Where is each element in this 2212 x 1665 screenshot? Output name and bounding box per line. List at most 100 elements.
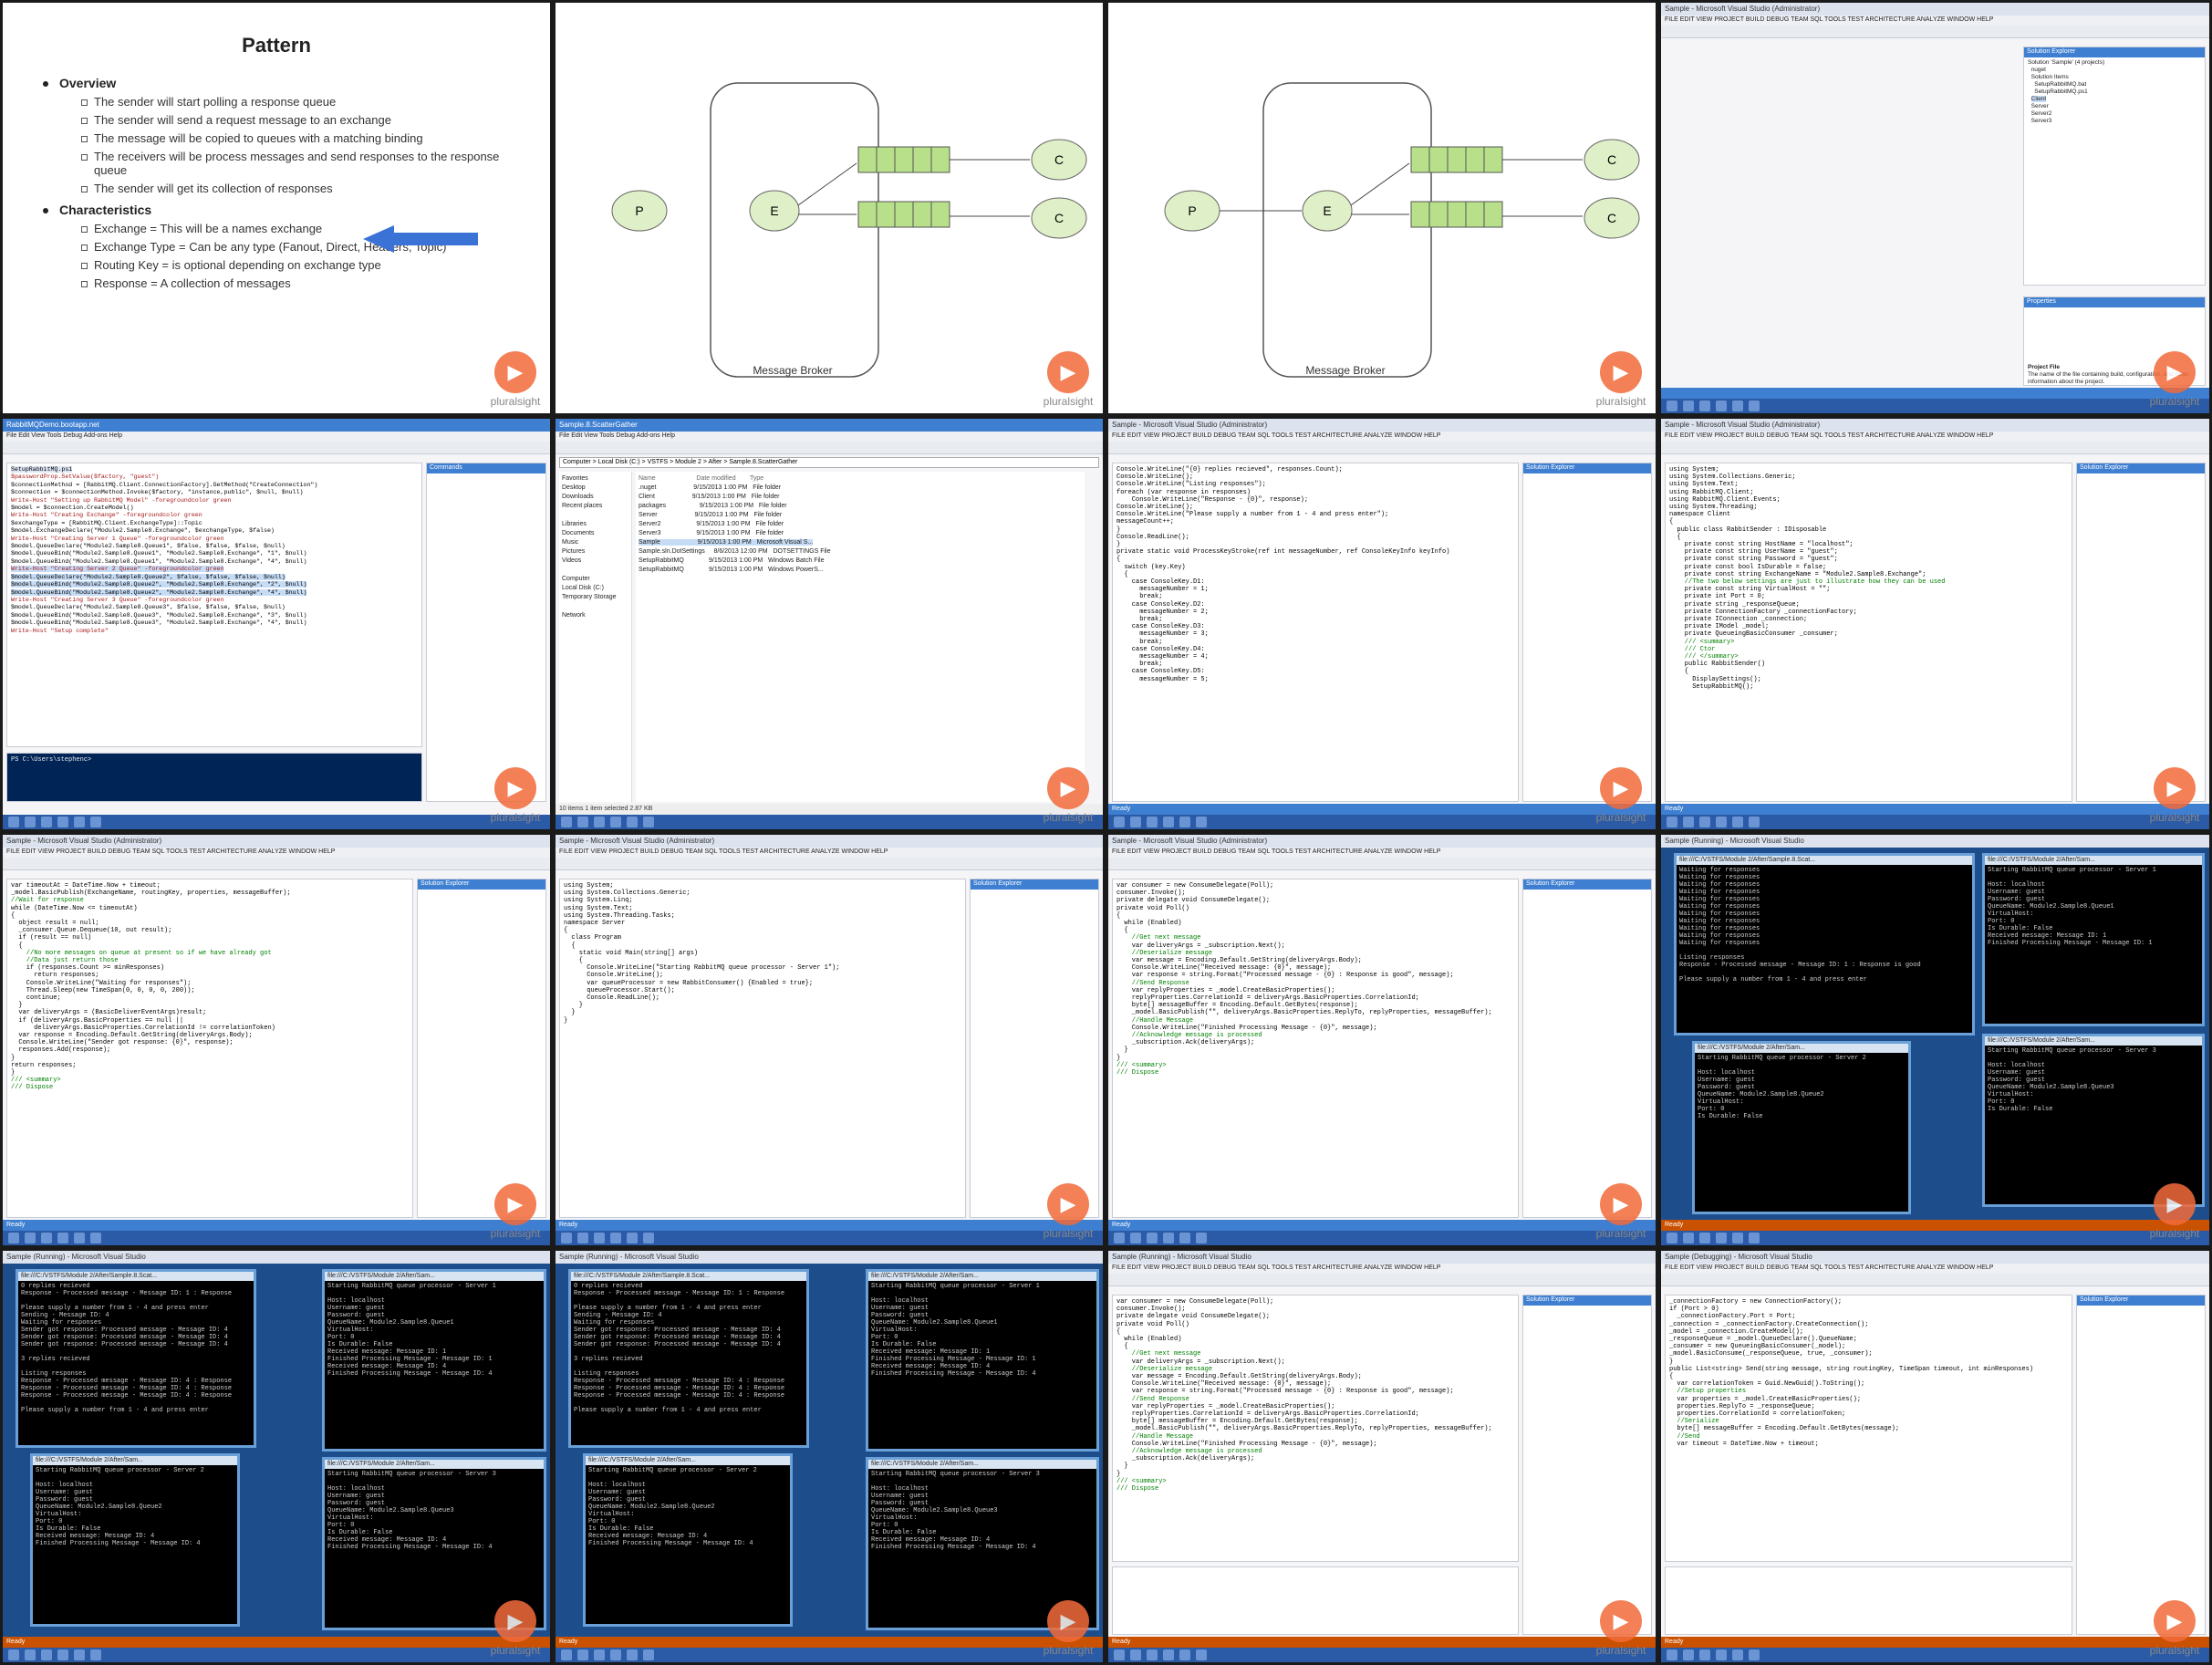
- play-button[interactable]: ▶ pluralsight: [486, 1600, 545, 1659]
- play-button[interactable]: ▶ pluralsight: [486, 1183, 545, 1242]
- play-button[interactable]: ▶ pluralsight: [1592, 1600, 1650, 1659]
- server2-console[interactable]: file:///C:/VSTFS/Module 2/After/Sam... St…: [1692, 1041, 1911, 1214]
- menu-bar[interactable]: FILE EDIT VIEW PROJECT BUILD DEBUG TEAM …: [1661, 432, 2209, 442]
- tree-item[interactable]: Server3: [2031, 118, 2052, 124]
- play-button[interactable]: ▶ pluralsight: [2145, 1600, 2204, 1659]
- tile-vs-debug-sender[interactable]: Sample (Debugging) - Microsoft Visual St…: [1658, 1248, 2212, 1665]
- menu-bar[interactable]: FILE EDIT VIEW PROJECT BUILD DEBUG TEAM …: [556, 848, 1103, 858]
- play-button[interactable]: ▶ pluralsight: [1039, 351, 1097, 410]
- play-button[interactable]: ▶ pluralsight: [2145, 351, 2204, 410]
- server3-console[interactable]: file:///C:/VSTFS/Module 2/After/Sam... St…: [1982, 1034, 2205, 1207]
- taskbar[interactable]: [1108, 1648, 1656, 1662]
- taskbar[interactable]: [3, 815, 550, 829]
- play-button[interactable]: ▶ pluralsight: [1592, 351, 1650, 410]
- solution-explorer[interactable]: Solution Explorer: [1522, 463, 1652, 802]
- server2-console[interactable]: file:///C:/VSTFS/Module 2/After/Sam... St…: [30, 1453, 240, 1627]
- tree-item[interactable]: SetupRabbitMQ.ps1: [2034, 88, 2088, 95]
- toolbar[interactable]: [3, 442, 550, 454]
- navigation-pane[interactable]: Favorites Desktop Downloads Recent place…: [559, 472, 632, 802]
- tile-vs-sender-loop[interactable]: Sample - Microsoft Visual Studio (Admini…: [0, 832, 553, 1248]
- ribbon-tabs[interactable]: File Edit View Tools Debug Add-ons Help: [556, 432, 1103, 442]
- solution-explorer[interactable]: Solution Explorer Solution 'Sample' (4 p…: [2023, 47, 2206, 286]
- taskbar[interactable]: [1661, 399, 2209, 413]
- code-editor[interactable]: var timeoutAt = DateTime.Now + timeout; _…: [6, 879, 413, 1218]
- tile-powershell-ise[interactable]: RabbitMQDemo.bootapp.net File Edit View …: [0, 416, 553, 832]
- code-editor[interactable]: var consumer = new ConsumeDelegate(Poll)…: [1112, 1295, 1519, 1562]
- toolbar[interactable]: [3, 858, 550, 870]
- taskbar[interactable]: [1108, 815, 1656, 829]
- play-button[interactable]: ▶ pluralsight: [486, 767, 545, 826]
- play-button[interactable]: ▶ pluralsight: [1039, 1600, 1097, 1659]
- taskbar[interactable]: [3, 1648, 550, 1662]
- editor-tab[interactable]: SetupRabbitMQ.ps1: [11, 466, 73, 473]
- tile-consoles-1[interactable]: Sample (Running) - Microsoft Visual Stud…: [1658, 832, 2212, 1248]
- toolbar[interactable]: [1661, 442, 2209, 454]
- ribbon[interactable]: [556, 442, 1103, 454]
- toolbar[interactable]: [1108, 442, 1656, 454]
- play-button[interactable]: ▶ pluralsight: [2145, 767, 2204, 826]
- solution-tree[interactable]: Solution 'Sample' (4 projects) nuget Sol…: [2024, 57, 2205, 127]
- tile-consoles-3[interactable]: Sample (Running) - Microsoft Visual Stud…: [553, 1248, 1106, 1665]
- toolbar[interactable]: [1108, 1274, 1656, 1286]
- solution-explorer[interactable]: Solution Explorer: [417, 879, 546, 1218]
- code-editor[interactable]: using System; using System.Collections.Ge…: [559, 879, 966, 1218]
- tree-item[interactable]: nuget: [2031, 67, 2046, 73]
- tree-item[interactable]: Solution Items: [2031, 74, 2069, 80]
- script-editor[interactable]: SetupRabbitMQ.ps1 $passwordProp.SetValue…: [6, 463, 422, 747]
- menu-bar[interactable]: FILE EDIT VIEW PROJECT BUILD DEBUG TEAM …: [1108, 432, 1656, 442]
- play-button[interactable]: ▶ pluralsight: [486, 351, 545, 410]
- client-console[interactable]: file:///C:/VSTFS/Module 2/After/Sample.8…: [568, 1269, 809, 1448]
- tile-broker-diagram-1[interactable]: P E C C Message Broker ▶ pluralsight: [553, 0, 1106, 416]
- commands-panel[interactable]: Commands: [426, 463, 546, 802]
- client-console[interactable]: file:///C:/VSTFS/Module 2/After/Sample.8…: [16, 1269, 256, 1448]
- address-bar[interactable]: Computer > Local Disk (C:) > VSTFS > Mod…: [559, 457, 1099, 468]
- toolbar[interactable]: [556, 858, 1103, 870]
- toolbar[interactable]: [1108, 858, 1656, 870]
- taskbar[interactable]: [556, 815, 1103, 829]
- menu-bar[interactable]: FILE EDIT VIEW PROJECT BUILD DEBUG TEAM …: [1108, 1264, 1656, 1274]
- toolbar[interactable]: [1661, 26, 2209, 38]
- code-editor[interactable]: using System; using System.Collections.Ge…: [1665, 463, 2072, 802]
- solution-explorer[interactable]: Solution Explorer: [1522, 1295, 1652, 1635]
- taskbar[interactable]: [556, 1648, 1103, 1662]
- taskbar[interactable]: [1108, 1231, 1656, 1245]
- menu-bar[interactable]: FILE EDIT VIEW PROJECT BUILD DEBUG TEAM …: [1108, 848, 1656, 858]
- tree-item[interactable]: SetupRabbitMQ.bat: [2034, 81, 2086, 88]
- tree-item[interactable]: Server: [2031, 103, 2049, 109]
- console-pane[interactable]: PS C:\Users\stephenc>: [6, 753, 422, 802]
- menu-bar[interactable]: File Edit View Tools Debug Add-ons Help: [3, 432, 550, 442]
- tile-vs-client-program[interactable]: Sample - Microsoft Visual Studio (Admini…: [1106, 416, 1658, 832]
- play-button[interactable]: ▶ pluralsight: [1039, 1183, 1097, 1242]
- toolbar[interactable]: [1661, 1274, 2209, 1286]
- play-button[interactable]: ▶ pluralsight: [2145, 1183, 2204, 1242]
- tile-vs-solution[interactable]: Sample - Microsoft Visual Studio (Admini…: [1658, 0, 2212, 416]
- file-list[interactable]: Name Date modified Type .nuget 9/15/2013…: [636, 472, 1085, 802]
- solution-explorer[interactable]: Solution Explorer: [2076, 463, 2206, 802]
- menu-bar[interactable]: FILE EDIT VIEW PROJECT BUILD DEBUG TEAM …: [1661, 16, 2209, 26]
- code-editor[interactable]: Console.WriteLine("{0} replies recieved"…: [1112, 463, 1519, 802]
- taskbar[interactable]: [1661, 815, 2209, 829]
- tile-file-explorer[interactable]: Sample.8.ScatterGather File Edit View To…: [553, 416, 1106, 832]
- tile-broker-diagram-2[interactable]: P E C C Message Broker ▶ pluralsight: [1106, 0, 1658, 416]
- tree-item[interactable]: Client: [2030, 96, 2047, 102]
- client-console[interactable]: file:///C:/VSTFS/Module 2/After/Sample.8…: [1674, 853, 1975, 1035]
- server1-console[interactable]: file:///C:/VSTFS/Module 2/After/Sam... St…: [866, 1269, 1099, 1452]
- taskbar[interactable]: [556, 1231, 1103, 1245]
- code-editor[interactable]: var consumer = new ConsumeDelegate(Poll)…: [1112, 879, 1519, 1218]
- server1-console[interactable]: file:///C:/VSTFS/Module 2/After/Sam... St…: [1982, 853, 2205, 1026]
- solution-explorer[interactable]: Solution Explorer: [1522, 879, 1652, 1218]
- server1-console[interactable]: file:///C:/VSTFS/Module 2/After/Sam... St…: [322, 1269, 546, 1452]
- play-button[interactable]: ▶ pluralsight: [1592, 767, 1650, 826]
- tile-vs-server-program[interactable]: Sample - Microsoft Visual Studio (Admini…: [553, 832, 1106, 1248]
- locals-window[interactable]: [1665, 1566, 2072, 1635]
- menu-bar[interactable]: FILE EDIT VIEW PROJECT BUILD DEBUG TEAM …: [1661, 1264, 2209, 1274]
- code-editor[interactable]: _connectionFactory = new ConnectionFacto…: [1665, 1295, 2072, 1562]
- tile-vs-rabbit-sender[interactable]: Sample - Microsoft Visual Studio (Admini…: [1658, 416, 2212, 832]
- tile-vs-debug-consumer[interactable]: Sample (Running) - Microsoft Visual Stud…: [1106, 1248, 1658, 1665]
- tile-vs-consumer-poll[interactable]: Sample - Microsoft Visual Studio (Admini…: [1106, 832, 1658, 1248]
- locals-window[interactable]: [1112, 1566, 1519, 1635]
- tile-consoles-2[interactable]: Sample (Running) - Microsoft Visual Stud…: [0, 1248, 553, 1665]
- play-button[interactable]: ▶ pluralsight: [1039, 767, 1097, 826]
- play-button[interactable]: ▶ pluralsight: [1592, 1183, 1650, 1242]
- taskbar[interactable]: [1661, 1648, 2209, 1662]
